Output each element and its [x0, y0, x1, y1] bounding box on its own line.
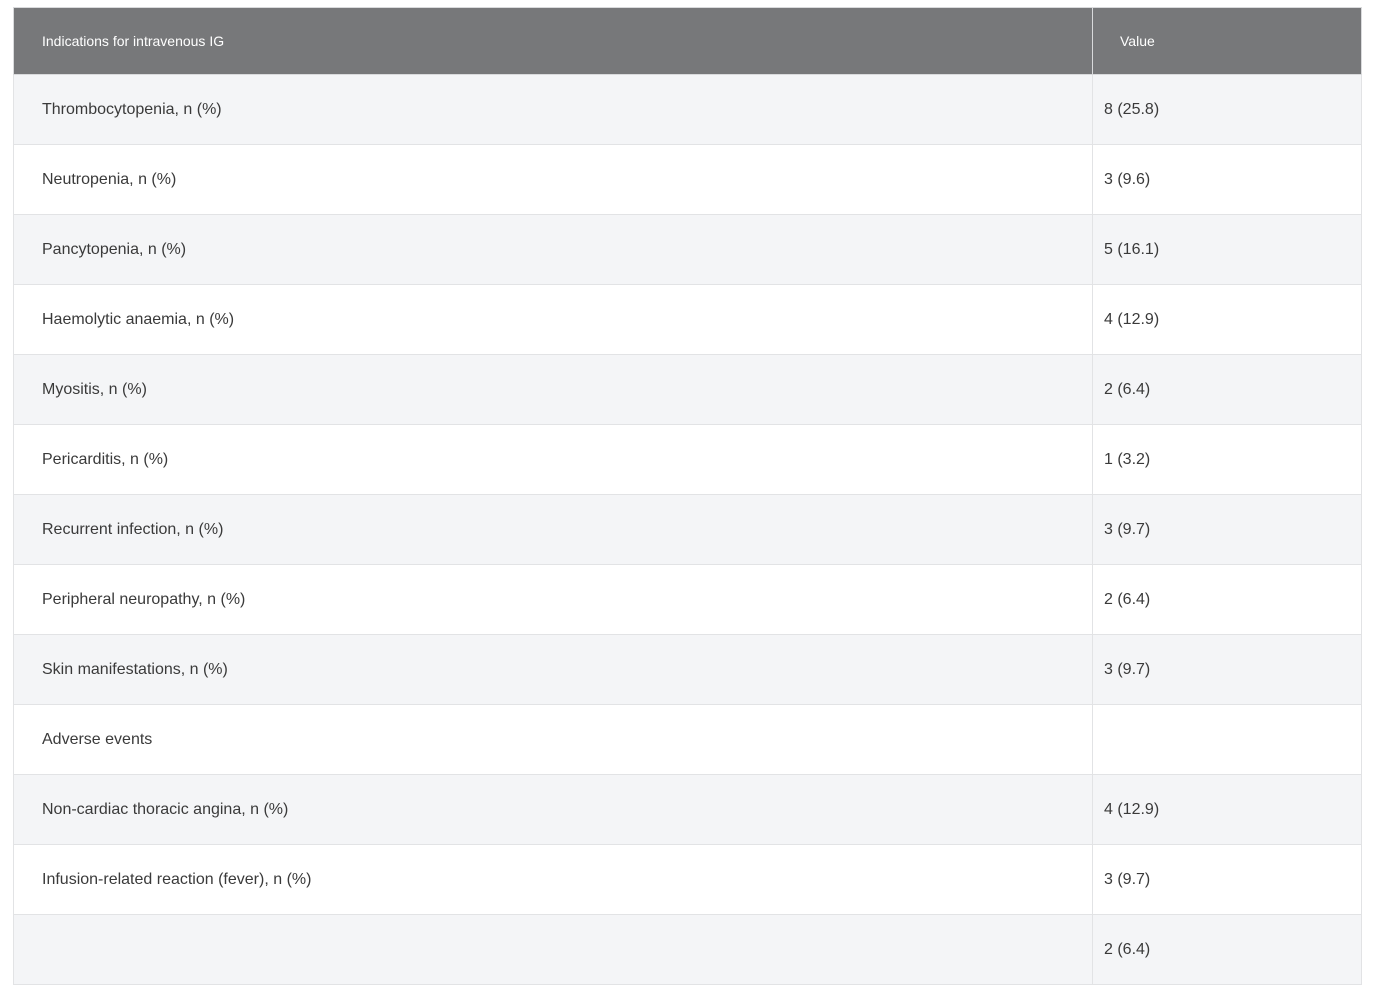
row-value: 1 (3.2)	[1092, 424, 1362, 495]
row-value	[1092, 704, 1362, 775]
row-label: Skin manifestations, n (%)	[13, 634, 1093, 705]
row-value: 3 (9.7)	[1092, 634, 1362, 705]
row-label: Thrombocytopenia, n (%)	[13, 74, 1093, 145]
row-label: Adverse events	[13, 704, 1093, 775]
row-label: Infusion-related reaction (fever), n (%)	[13, 844, 1093, 915]
row-label: Recurrent infection, n (%)	[13, 494, 1093, 565]
row-label	[13, 914, 1093, 985]
row-label: Haemolytic anaemia, n (%)	[13, 284, 1093, 355]
data-table-container: Indications for intravenous IG Value Thr…	[13, 7, 1362, 985]
row-label: Non-cardiac thoracic angina, n (%)	[13, 774, 1093, 845]
row-value: 2 (6.4)	[1092, 354, 1362, 425]
table-row: Skin manifestations, n (%) 3 (9.7)	[13, 634, 1362, 705]
row-value: 3 (9.7)	[1092, 494, 1362, 565]
table-row: Neutropenia, n (%) 3 (9.6)	[13, 144, 1362, 215]
table-header: Indications for intravenous IG Value	[13, 7, 1362, 75]
row-value: 5 (16.1)	[1092, 214, 1362, 285]
row-label: Myositis, n (%)	[13, 354, 1093, 425]
row-value: 4 (12.9)	[1092, 284, 1362, 355]
row-value: 4 (12.9)	[1092, 774, 1362, 845]
table-row: Recurrent infection, n (%) 3 (9.7)	[13, 494, 1362, 565]
table-row: 2 (6.4)	[13, 914, 1362, 985]
row-value: 2 (6.4)	[1092, 564, 1362, 635]
column-header-indications: Indications for intravenous IG	[13, 7, 1093, 75]
header-row: Indications for intravenous IG Value	[13, 7, 1362, 75]
table-row: Pericarditis, n (%) 1 (3.2)	[13, 424, 1362, 495]
row-value: 8 (25.8)	[1092, 74, 1362, 145]
table-row: Adverse events	[13, 704, 1362, 775]
table-row: Peripheral neuropathy, n (%) 2 (6.4)	[13, 564, 1362, 635]
row-value: 3 (9.6)	[1092, 144, 1362, 215]
data-table: Indications for intravenous IG Value Thr…	[13, 7, 1362, 985]
table-row: Thrombocytopenia, n (%) 8 (25.8)	[13, 74, 1362, 145]
table-row: Infusion-related reaction (fever), n (%)…	[13, 844, 1362, 915]
table-row: Non-cardiac thoracic angina, n (%) 4 (12…	[13, 774, 1362, 845]
table-row: Pancytopenia, n (%) 5 (16.1)	[13, 214, 1362, 285]
row-label: Peripheral neuropathy, n (%)	[13, 564, 1093, 635]
row-value: 3 (9.7)	[1092, 844, 1362, 915]
row-value: 2 (6.4)	[1092, 914, 1362, 985]
row-label: Neutropenia, n (%)	[13, 144, 1093, 215]
table-body: Thrombocytopenia, n (%) 8 (25.8) Neutrop…	[13, 74, 1362, 985]
table-row: Haemolytic anaemia, n (%) 4 (12.9)	[13, 284, 1362, 355]
row-label: Pancytopenia, n (%)	[13, 214, 1093, 285]
column-header-value: Value	[1092, 7, 1362, 75]
row-label: Pericarditis, n (%)	[13, 424, 1093, 495]
table-row: Myositis, n (%) 2 (6.4)	[13, 354, 1362, 425]
